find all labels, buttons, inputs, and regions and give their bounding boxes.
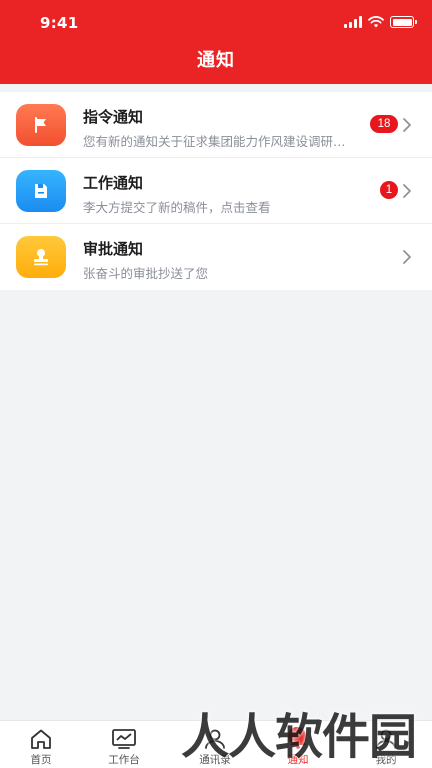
notification-title: 指令通知 xyxy=(83,108,144,126)
page-title: 通知 xyxy=(197,50,235,71)
notification-subtitle: 张奋斗的审批抄送了您 xyxy=(83,266,209,281)
flag-icon xyxy=(16,104,66,146)
notification-title: 工作通知 xyxy=(83,174,144,192)
tab-home[interactable]: 首页 xyxy=(1,721,81,768)
stamp-icon xyxy=(16,236,66,278)
notification-item-approval[interactable]: 审批通知 张奋斗的审批抄送了您 xyxy=(0,224,432,290)
tab-label: 工作台 xyxy=(108,754,140,766)
unread-badge: 18 xyxy=(370,115,398,133)
home-icon xyxy=(31,729,51,749)
signal-icon xyxy=(344,16,362,28)
chevron-right-icon xyxy=(403,250,411,264)
notification-list: 指令通知 您有新的通知关于征求集团能力作风建设调研问卷的通知 18 工作通知 李… xyxy=(0,92,432,290)
watermark-logo: 人人软件园 xyxy=(180,709,417,765)
document-icon xyxy=(16,170,66,212)
wifi-icon xyxy=(368,16,384,28)
notification-subtitle: 李大方提交了新的稿件，点击查看 xyxy=(83,200,271,215)
notification-title: 审批通知 xyxy=(83,240,144,258)
tab-workbench[interactable]: 工作台 xyxy=(84,721,164,768)
status-bar: 9:41 xyxy=(0,0,432,44)
battery-icon xyxy=(390,16,417,28)
notification-item-work[interactable]: 工作通知 李大方提交了新的稿件，点击查看 1 xyxy=(0,158,432,224)
unread-badge: 1 xyxy=(380,181,398,199)
chevron-right-icon xyxy=(403,118,411,132)
status-icons xyxy=(344,14,417,30)
notification-subtitle: 您有新的通知关于征求集团能力作风建设调研问卷的通知 xyxy=(83,134,358,149)
app-header: 9:41 通知 xyxy=(0,0,432,84)
notification-item-command[interactable]: 指令通知 您有新的通知关于征求集团能力作风建设调研问卷的通知 18 xyxy=(0,92,432,158)
status-time: 9:41 xyxy=(40,14,79,32)
chevron-right-icon xyxy=(403,184,411,198)
tab-label: 首页 xyxy=(30,754,52,766)
chart-icon xyxy=(112,729,136,749)
battery-fill xyxy=(392,18,412,26)
